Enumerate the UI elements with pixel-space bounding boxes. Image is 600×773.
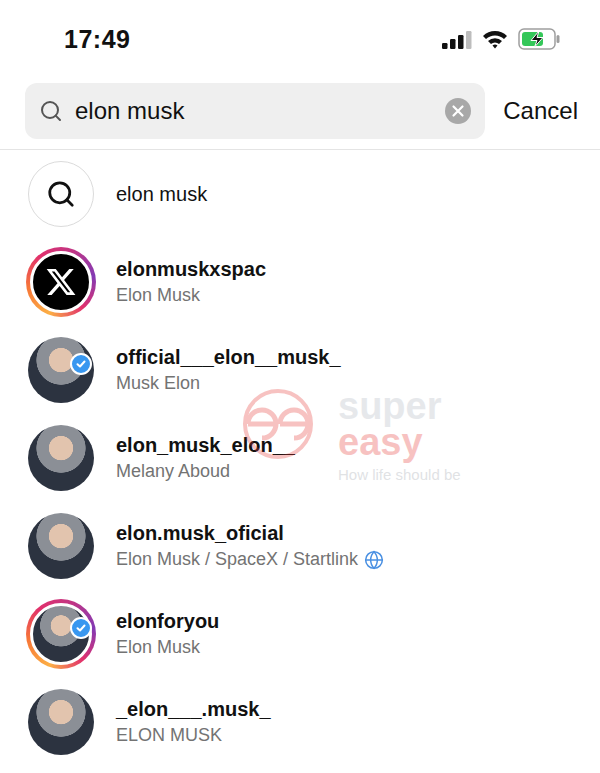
account-row[interactable]: elon_musk_elon__ Melany Aboud: [0, 414, 600, 502]
search-icon: [39, 99, 63, 123]
clock: 17:49: [64, 25, 130, 54]
suggestion-text: elon musk: [116, 183, 207, 206]
account-row[interactable]: elon.musk_oficial Elon Musk / SpaceX / St…: [0, 502, 600, 590]
verified-badge: [70, 617, 92, 639]
status-icons: [442, 28, 560, 50]
battery-icon: [518, 28, 560, 50]
account-texts: _elon___.musk_ ELON MUSK: [116, 698, 271, 746]
full-name: Elon Musk: [116, 637, 219, 658]
avatar[interactable]: [26, 599, 96, 669]
globe-icon: [364, 550, 384, 570]
results-list: elon musk elonmuskxspac Elon Musk official_…: [0, 150, 600, 773]
watermark: supereasy How life should be: [226, 388, 461, 483]
avatar[interactable]: [26, 511, 96, 581]
screen: 17:49 elon musk Cancel elon musk elonmuskxsp…: [0, 0, 600, 773]
avatar-photo: [28, 425, 94, 491]
watermark-word: super: [338, 388, 441, 424]
suggestion-icon-wrap: [26, 159, 96, 229]
watermark-brand: supereasy: [338, 388, 441, 460]
avatar[interactable]: [26, 687, 96, 757]
verified-badge: [70, 353, 92, 375]
suggestion-circle: [28, 161, 94, 227]
full-name: ELON MUSK: [116, 725, 271, 746]
username: elonforyou: [116, 610, 219, 633]
account-row[interactable]: elonmuskxspac Elon Musk: [0, 238, 600, 326]
full-name: Elon Musk: [116, 285, 266, 306]
watermark-tagline: How life should be: [338, 466, 461, 483]
search-bar: elon musk Cancel: [0, 78, 600, 150]
status-bar: 17:49: [0, 0, 600, 78]
full-name: Musk Elon: [116, 373, 341, 394]
full-name: Elon Musk / SpaceX / Startlink: [116, 549, 384, 570]
account-row[interactable]: _elon___.musk_ ELON MUSK: [0, 678, 600, 766]
account-texts: elon.musk_oficial Elon Musk / SpaceX / St…: [116, 522, 384, 570]
account-texts: official___elon__musk_ Musk Elon: [116, 346, 341, 394]
verified-check-icon: [75, 622, 87, 634]
watermark-logo-icon: [226, 389, 330, 459]
avatar[interactable]: [26, 335, 96, 405]
cancel-button[interactable]: Cancel: [503, 93, 578, 129]
username: official___elon__musk_: [116, 346, 341, 369]
watermark-word: easy: [338, 424, 441, 460]
avatar[interactable]: [26, 247, 96, 317]
search-query[interactable]: elon musk: [75, 97, 433, 125]
verified-check-icon: [75, 358, 87, 370]
account-texts: elonforyou Elon Musk: [116, 610, 219, 658]
signal-icon: [442, 29, 472, 49]
account-row[interactable]: elonforyou Elon Musk: [0, 590, 600, 678]
clear-icon[interactable]: [445, 98, 471, 124]
username: elon_musk_elon__: [116, 434, 295, 457]
avatar-photo: [28, 513, 94, 579]
x-logo-icon: [45, 266, 77, 298]
username: _elon___.musk_: [116, 698, 271, 721]
avatar[interactable]: [26, 423, 96, 493]
search-suggestion-row[interactable]: elon musk: [0, 150, 600, 238]
search-icon: [46, 179, 76, 209]
account-texts: elon_musk_elon__ Melany Aboud: [116, 434, 295, 482]
avatar-logo: [30, 251, 92, 313]
account-row[interactable]: official___elon__musk_ Musk Elon: [0, 326, 600, 414]
username: elon.musk_oficial: [116, 522, 384, 545]
avatar-photo: [28, 689, 94, 755]
search-field[interactable]: elon musk: [25, 83, 485, 139]
full-name: Melany Aboud: [116, 461, 295, 482]
wifi-icon: [482, 29, 508, 49]
account-texts: elonmuskxspac Elon Musk: [116, 258, 266, 306]
username: elonmuskxspac: [116, 258, 266, 281]
